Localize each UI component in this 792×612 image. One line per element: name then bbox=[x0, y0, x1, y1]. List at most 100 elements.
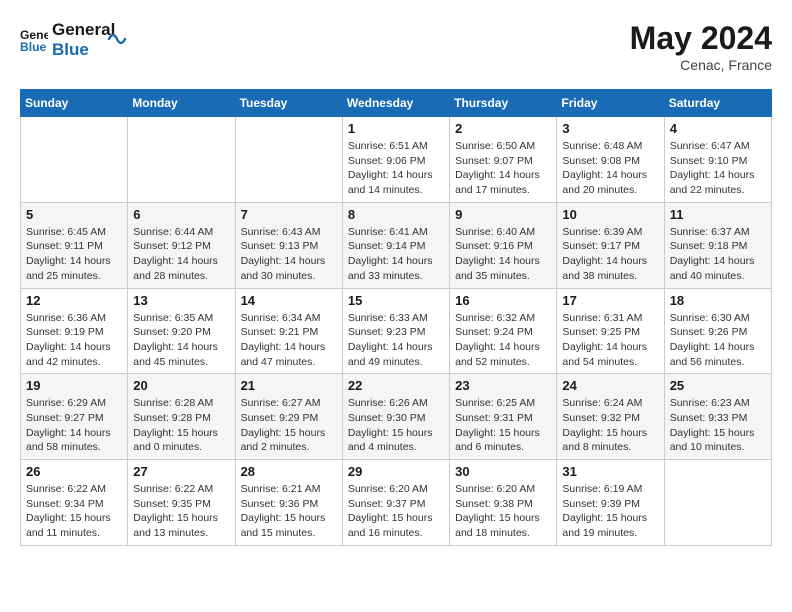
day-number: 15 bbox=[348, 293, 444, 308]
day-detail: Sunrise: 6:32 AM Sunset: 9:24 PM Dayligh… bbox=[455, 311, 551, 370]
day-number: 23 bbox=[455, 378, 551, 393]
day-detail: Sunrise: 6:37 AM Sunset: 9:18 PM Dayligh… bbox=[670, 225, 766, 284]
calendar-week-row: 26 Sunrise: 6:22 AM Sunset: 9:34 PM Dayli… bbox=[21, 460, 772, 546]
day-number: 24 bbox=[562, 378, 658, 393]
calendar-cell: 15Sunrise: 6:33 AM Sunset: 9:23 PM Dayli… bbox=[342, 288, 449, 374]
day-number: 21 bbox=[241, 378, 337, 393]
day-detail: Sunrise: 6:22 AM Sunset: 9:35 PM Dayligh… bbox=[133, 482, 229, 541]
logo-general: General bbox=[52, 20, 115, 40]
day-detail: Sunrise: 6:36 AM Sunset: 9:19 PM Dayligh… bbox=[26, 311, 122, 370]
day-number: 4 bbox=[670, 121, 766, 136]
calendar-cell: 30Sunrise: 6:20 AM Sunset: 9:38 PM Dayli… bbox=[450, 460, 557, 546]
svg-text:Blue: Blue bbox=[20, 40, 47, 54]
day-detail: Sunrise: 6:51 AM Sunset: 9:06 PM Dayligh… bbox=[348, 139, 444, 198]
calendar-cell: 3 Sunrise: 6:48 AM Sunset: 9:08 PM Daylig… bbox=[557, 117, 664, 203]
calendar-cell: 2 Sunrise: 6:50 AM Sunset: 9:07 PM Daylig… bbox=[450, 117, 557, 203]
day-number: 27 bbox=[133, 464, 229, 479]
day-number: 14 bbox=[241, 293, 337, 308]
day-number: 29 bbox=[348, 464, 444, 479]
weekday-header-friday: Friday bbox=[557, 90, 664, 117]
calendar-cell: 27 Sunrise: 6:22 AM Sunset: 9:35 PM Dayli… bbox=[128, 460, 235, 546]
day-detail: Sunrise: 6:26 AM Sunset: 9:30 PM Dayligh… bbox=[348, 396, 444, 455]
day-detail: Sunrise: 6:31 AM Sunset: 9:25 PM Dayligh… bbox=[562, 311, 658, 370]
day-number: 2 bbox=[455, 121, 551, 136]
logo-icon: General Blue bbox=[20, 26, 48, 54]
calendar-cell bbox=[128, 117, 235, 203]
weekday-header-monday: Monday bbox=[128, 90, 235, 117]
calendar-cell: 26 Sunrise: 6:22 AM Sunset: 9:34 PM Dayli… bbox=[21, 460, 128, 546]
calendar-cell: 22Sunrise: 6:26 AM Sunset: 9:30 PM Dayli… bbox=[342, 374, 449, 460]
calendar-cell bbox=[235, 117, 342, 203]
day-detail: Sunrise: 6:20 AM Sunset: 9:38 PM Dayligh… bbox=[455, 482, 551, 541]
day-detail: Sunrise: 6:45 AM Sunset: 9:11 PM Dayligh… bbox=[26, 225, 122, 284]
calendar-cell: 16 Sunrise: 6:32 AM Sunset: 9:24 PM Dayli… bbox=[450, 288, 557, 374]
day-detail: Sunrise: 6:22 AM Sunset: 9:34 PM Dayligh… bbox=[26, 482, 122, 541]
calendar-week-row: 5 Sunrise: 6:45 AM Sunset: 9:11 PM Daylig… bbox=[21, 202, 772, 288]
day-number: 6 bbox=[133, 207, 229, 222]
calendar-cell: 18 Sunrise: 6:30 AM Sunset: 9:26 PM Dayli… bbox=[664, 288, 771, 374]
day-number: 18 bbox=[670, 293, 766, 308]
day-detail: Sunrise: 6:50 AM Sunset: 9:07 PM Dayligh… bbox=[455, 139, 551, 198]
calendar-week-row: 19Sunrise: 6:29 AM Sunset: 9:27 PM Dayli… bbox=[21, 374, 772, 460]
day-number: 31 bbox=[562, 464, 658, 479]
day-detail: Sunrise: 6:34 AM Sunset: 9:21 PM Dayligh… bbox=[241, 311, 337, 370]
day-detail: Sunrise: 6:19 AM Sunset: 9:39 PM Dayligh… bbox=[562, 482, 658, 541]
day-detail: Sunrise: 6:43 AM Sunset: 9:13 PM Dayligh… bbox=[241, 225, 337, 284]
day-detail: Sunrise: 6:48 AM Sunset: 9:08 PM Dayligh… bbox=[562, 139, 658, 198]
calendar-cell: 14 Sunrise: 6:34 AM Sunset: 9:21 PM Dayli… bbox=[235, 288, 342, 374]
calendar-cell: 20 Sunrise: 6:28 AM Sunset: 9:28 PM Dayli… bbox=[128, 374, 235, 460]
day-number: 5 bbox=[26, 207, 122, 222]
calendar-cell: 17Sunrise: 6:31 AM Sunset: 9:25 PM Dayli… bbox=[557, 288, 664, 374]
day-detail: Sunrise: 6:29 AM Sunset: 9:27 PM Dayligh… bbox=[26, 396, 122, 455]
weekday-header-tuesday: Tuesday bbox=[235, 90, 342, 117]
day-detail: Sunrise: 6:41 AM Sunset: 9:14 PM Dayligh… bbox=[348, 225, 444, 284]
calendar-week-row: 1Sunrise: 6:51 AM Sunset: 9:06 PM Daylig… bbox=[21, 117, 772, 203]
day-detail: Sunrise: 6:44 AM Sunset: 9:12 PM Dayligh… bbox=[133, 225, 229, 284]
day-detail: Sunrise: 6:35 AM Sunset: 9:20 PM Dayligh… bbox=[133, 311, 229, 370]
location-text: Cenac, France bbox=[630, 57, 772, 73]
title-block: May 2024 Cenac, France bbox=[630, 20, 772, 73]
calendar-cell: 5 Sunrise: 6:45 AM Sunset: 9:11 PM Daylig… bbox=[21, 202, 128, 288]
logo-blue: Blue bbox=[52, 40, 115, 60]
day-detail: Sunrise: 6:30 AM Sunset: 9:26 PM Dayligh… bbox=[670, 311, 766, 370]
day-number: 28 bbox=[241, 464, 337, 479]
calendar-cell: 1Sunrise: 6:51 AM Sunset: 9:06 PM Daylig… bbox=[342, 117, 449, 203]
calendar-cell: 8 Sunrise: 6:41 AM Sunset: 9:14 PM Daylig… bbox=[342, 202, 449, 288]
calendar-cell bbox=[21, 117, 128, 203]
calendar-table: SundayMondayTuesdayWednesdayThursdayFrid… bbox=[20, 89, 772, 546]
calendar-cell: 12Sunrise: 6:36 AM Sunset: 9:19 PM Dayli… bbox=[21, 288, 128, 374]
calendar-cell: 6 Sunrise: 6:44 AM Sunset: 9:12 PM Daylig… bbox=[128, 202, 235, 288]
day-number: 3 bbox=[562, 121, 658, 136]
day-detail: Sunrise: 6:24 AM Sunset: 9:32 PM Dayligh… bbox=[562, 396, 658, 455]
calendar-cell: 29 Sunrise: 6:20 AM Sunset: 9:37 PM Dayli… bbox=[342, 460, 449, 546]
page-header: General Blue General Blue May 2024 Cenac… bbox=[20, 20, 772, 73]
day-number: 16 bbox=[455, 293, 551, 308]
day-number: 7 bbox=[241, 207, 337, 222]
day-number: 25 bbox=[670, 378, 766, 393]
calendar-cell: 19Sunrise: 6:29 AM Sunset: 9:27 PM Dayli… bbox=[21, 374, 128, 460]
weekday-header-saturday: Saturday bbox=[664, 90, 771, 117]
day-detail: Sunrise: 6:28 AM Sunset: 9:28 PM Dayligh… bbox=[133, 396, 229, 455]
day-number: 8 bbox=[348, 207, 444, 222]
weekday-header-thursday: Thursday bbox=[450, 90, 557, 117]
calendar-cell: 4 Sunrise: 6:47 AM Sunset: 9:10 PM Daylig… bbox=[664, 117, 771, 203]
calendar-cell: 28Sunrise: 6:21 AM Sunset: 9:36 PM Dayli… bbox=[235, 460, 342, 546]
calendar-cell: 13 Sunrise: 6:35 AM Sunset: 9:20 PM Dayli… bbox=[128, 288, 235, 374]
day-detail: Sunrise: 6:40 AM Sunset: 9:16 PM Dayligh… bbox=[455, 225, 551, 284]
day-number: 26 bbox=[26, 464, 122, 479]
day-number: 13 bbox=[133, 293, 229, 308]
calendar-cell: 11Sunrise: 6:37 AM Sunset: 9:18 PM Dayli… bbox=[664, 202, 771, 288]
calendar-cell: 23 Sunrise: 6:25 AM Sunset: 9:31 PM Dayli… bbox=[450, 374, 557, 460]
day-detail: Sunrise: 6:47 AM Sunset: 9:10 PM Dayligh… bbox=[670, 139, 766, 198]
day-number: 9 bbox=[455, 207, 551, 222]
day-detail: Sunrise: 6:25 AM Sunset: 9:31 PM Dayligh… bbox=[455, 396, 551, 455]
day-detail: Sunrise: 6:20 AM Sunset: 9:37 PM Dayligh… bbox=[348, 482, 444, 541]
day-number: 20 bbox=[133, 378, 229, 393]
calendar-cell: 9 Sunrise: 6:40 AM Sunset: 9:16 PM Daylig… bbox=[450, 202, 557, 288]
calendar-cell: 7 Sunrise: 6:43 AM Sunset: 9:13 PM Daylig… bbox=[235, 202, 342, 288]
calendar-cell bbox=[664, 460, 771, 546]
day-number: 10 bbox=[562, 207, 658, 222]
weekday-header-sunday: Sunday bbox=[21, 90, 128, 117]
weekday-header-row: SundayMondayTuesdayWednesdayThursdayFrid… bbox=[21, 90, 772, 117]
month-title: May 2024 bbox=[630, 20, 772, 57]
